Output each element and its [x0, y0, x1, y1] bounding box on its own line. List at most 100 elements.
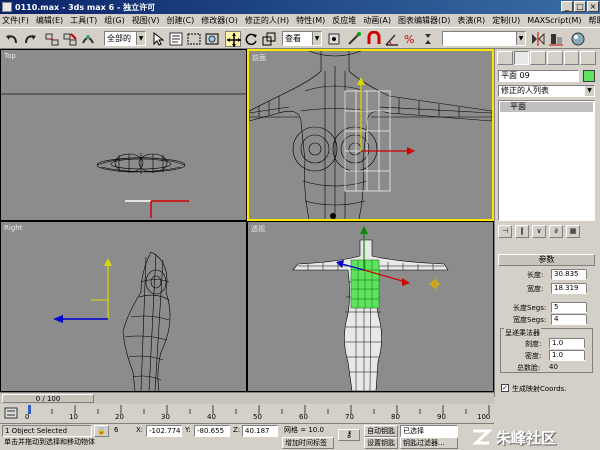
selection-filter-dropdown[interactable]: 全部的 ▼	[104, 31, 146, 46]
track-bar[interactable]: 0 10 20 30 40 50 60 70 80 90 100	[0, 404, 494, 424]
z-coordinate-field[interactable]: 40.187	[242, 425, 278, 437]
tick-label: 90	[437, 413, 446, 421]
viewport-perspective[interactable]: 透视	[247, 221, 494, 392]
selection-lock-icon[interactable]: 🔒	[94, 425, 109, 437]
parameters-rollout-header[interactable]: 参数	[498, 254, 595, 266]
status-bar: 1 Object Selected 单击并拖动到选择和移动物体 🔒 6 X: -…	[0, 424, 600, 450]
redo-icon[interactable]	[22, 31, 38, 47]
key-icon[interactable]: ⚷	[338, 429, 360, 441]
key-filters-button[interactable]: 钥匙过滤器...	[400, 437, 458, 449]
material-editor-icon[interactable]	[570, 31, 586, 47]
hierarchy-tab-icon[interactable]	[530, 51, 547, 65]
unlink-icon[interactable]	[62, 31, 78, 47]
x-coordinate-field[interactable]: -102.774	[146, 425, 182, 437]
bind-space-warp-icon[interactable]	[80, 31, 96, 47]
angle-snap-icon[interactable]	[384, 31, 400, 47]
time-slider-thumb[interactable]: 0 / 100	[2, 394, 94, 403]
align-icon[interactable]	[548, 31, 564, 47]
tick-label: 60	[299, 413, 308, 421]
menu-file[interactable]: 文件(F)	[2, 15, 29, 26]
window-title: 0110.max - 3ds max 6 - 独立许可	[15, 2, 156, 12]
undo-icon[interactable]	[4, 31, 20, 47]
total-faces-label: 总数脸:	[517, 364, 541, 372]
menu-maxscript[interactable]: MAXScript(M)	[527, 16, 581, 25]
density-spinner[interactable]: 1.0	[549, 350, 590, 361]
tick-label: 100	[477, 413, 491, 421]
modify-tab-icon[interactable]	[513, 51, 530, 65]
modifier-list-dropdown[interactable]: 修正的人列表 ▼	[498, 85, 595, 97]
mirror-icon[interactable]	[530, 31, 546, 47]
menu-graph-editors[interactable]: 图表编辑器(D)	[398, 15, 450, 26]
pin-stack-icon[interactable]: ⊣	[498, 225, 512, 238]
lock-count: 6	[112, 425, 134, 437]
motion-tab-icon[interactable]	[547, 51, 563, 65]
tick-label: 70	[345, 413, 354, 421]
y-coordinate-field[interactable]: -80.655	[194, 425, 230, 437]
menu-reactor[interactable]: 反应堆	[332, 15, 356, 26]
configure-modifier-sets-icon[interactable]: ▦	[566, 225, 580, 238]
utilities-tab-icon[interactable]	[580, 51, 597, 65]
render-multipliers-group: 呈递乘法器 刻度: 1.0 密度: 1.0 总数脸: 40	[500, 328, 593, 373]
select-object-icon[interactable]	[150, 31, 166, 47]
select-and-move-icon[interactable]	[225, 31, 241, 47]
menu-views[interactable]: 视图(V)	[132, 15, 160, 26]
reference-coordinate-dropdown[interactable]: 查看 ▼	[282, 31, 322, 46]
named-selection-set-dropdown[interactable]: ▼	[442, 31, 526, 46]
menu-rendering[interactable]: 表演(R)	[457, 15, 485, 26]
viewport-front[interactable]: 前面	[247, 49, 494, 221]
menu-create[interactable]: 创建(C)	[166, 15, 194, 26]
main-toolbar: 全部的 ▼ 查看 ▼ % ▼	[0, 27, 600, 49]
length-spinner[interactable]: 30.835	[551, 269, 592, 280]
stack-item-plane[interactable]: 平面	[500, 102, 593, 112]
selected-set-dropdown[interactable]: 已选择	[400, 425, 458, 437]
create-tab-icon[interactable]	[497, 51, 513, 65]
right-view-scene	[53, 251, 171, 391]
make-unique-icon[interactable]: ∨	[532, 225, 546, 238]
select-and-rotate-icon[interactable]	[243, 31, 259, 47]
menu-animation[interactable]: 动画(A)	[363, 15, 391, 26]
viewport-top[interactable]: Top	[0, 49, 247, 221]
select-link-icon[interactable]	[44, 31, 60, 47]
length-segs-spinner[interactable]: 5	[551, 302, 592, 313]
object-color-swatch[interactable]	[583, 70, 595, 82]
length-segs-label: 长度Segs:	[513, 304, 547, 312]
snap-toggle-icon[interactable]	[366, 30, 382, 47]
percent-snap-icon[interactable]: %	[402, 31, 418, 47]
object-name-field[interactable]: 平面 09	[498, 70, 579, 82]
width-segs-spinner[interactable]: 4	[551, 314, 592, 325]
rectangular-selection-icon[interactable]	[186, 31, 202, 47]
maximize-button[interactable]: □	[574, 1, 586, 12]
display-tab-icon[interactable]	[563, 51, 580, 65]
select-and-manipulate-icon[interactable]	[346, 31, 362, 47]
track-bar-icon[interactable]	[4, 406, 18, 420]
modifier-stack: 平面	[498, 100, 595, 221]
menu-character[interactable]: 修正的人(H)	[245, 15, 289, 26]
time-slider[interactable]: 0 / 100	[0, 392, 494, 404]
generate-mapping-checkbox[interactable]: ✓	[501, 384, 509, 392]
menu-help[interactable]: 帮助(H)	[589, 15, 600, 26]
menu-tools[interactable]: 工具(T)	[70, 15, 97, 26]
minimize-button[interactable]: _	[561, 1, 573, 12]
window-crossing-icon[interactable]	[204, 31, 220, 47]
scale-label: 刻度:	[525, 340, 542, 348]
menu-properties[interactable]: 特性(M)	[296, 15, 325, 26]
perspective-view-scene	[292, 226, 449, 391]
close-button[interactable]: ×	[587, 1, 599, 12]
select-and-scale-icon[interactable]	[261, 31, 277, 47]
select-by-name-icon[interactable]	[168, 31, 184, 47]
menu-modifiers[interactable]: 修改器(O)	[201, 15, 238, 26]
width-spinner[interactable]: 18.319	[551, 283, 592, 294]
menu-customize[interactable]: 定制(U)	[492, 15, 520, 26]
menu-group[interactable]: 组(G)	[104, 15, 124, 26]
title-bar: 0110.max - 3ds max 6 - 独立许可 _ □ ×	[0, 0, 600, 14]
pivot-point-icon[interactable]	[326, 31, 342, 47]
remove-modifier-icon[interactable]: ∂	[549, 225, 563, 238]
add-time-tag-button[interactable]: 增加时间标签	[282, 437, 334, 449]
auto-key-button[interactable]: 自动钥匙	[364, 425, 398, 437]
set-key-button[interactable]: 设置钥匙	[364, 437, 398, 449]
scale-spinner[interactable]: 1.0	[549, 338, 590, 349]
show-end-result-icon[interactable]: ‖	[515, 225, 529, 238]
spinner-snap-icon[interactable]	[420, 31, 436, 47]
viewport-right[interactable]: Right	[0, 221, 247, 392]
menu-edit[interactable]: 编辑(E)	[36, 15, 63, 26]
